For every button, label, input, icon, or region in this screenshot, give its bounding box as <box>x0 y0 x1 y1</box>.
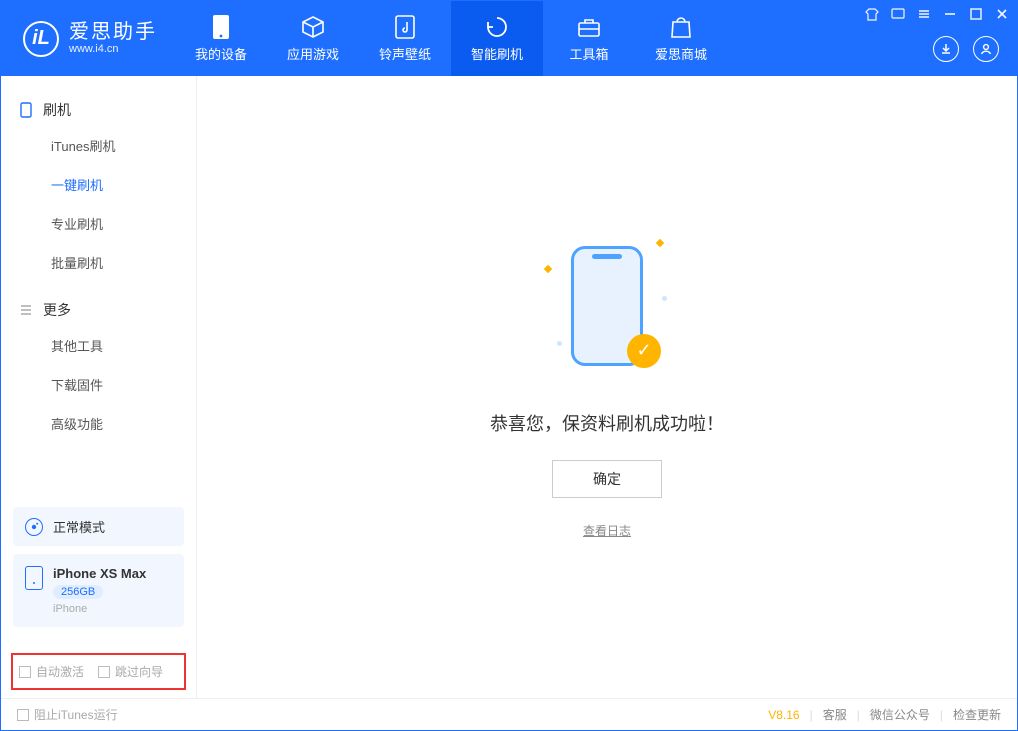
checkbox-auto-activate[interactable]: 自动激活 <box>19 663 84 680</box>
device-small-icon <box>19 103 33 117</box>
sidebar-item-other-tools[interactable]: 其他工具 <box>1 326 196 365</box>
wechat-link[interactable]: 微信公众号 <box>870 706 930 723</box>
music-file-icon <box>392 14 418 40</box>
success-illustration: ✓ <box>547 236 667 386</box>
device-name: iPhone XS Max <box>53 566 146 581</box>
app-title: 爱思助手 <box>69 21 157 43</box>
maximize-icon[interactable] <box>969 7 983 21</box>
refresh-shield-icon <box>484 14 510 40</box>
support-link[interactable]: 客服 <box>823 706 847 723</box>
bag-icon <box>668 14 694 40</box>
device-card[interactable]: iPhone XS Max 256GB iPhone <box>13 554 184 627</box>
sidebar-item-pro-flash[interactable]: 专业刷机 <box>1 204 196 243</box>
check-update-link[interactable]: 检查更新 <box>953 706 1001 723</box>
header: iL 爱思助手 www.i4.cn 我的设备 应用游戏 铃声壁纸 智能刷机 工具… <box>1 1 1017 76</box>
checkbox-block-itunes[interactable]: 阻止iTunes运行 <box>17 706 118 723</box>
app-logo: iL 爱思助手 www.i4.cn <box>1 1 175 76</box>
device-capacity: 256GB <box>53 585 103 599</box>
minimize-icon[interactable] <box>943 7 957 21</box>
sidebar-item-advanced[interactable]: 高级功能 <box>1 404 196 443</box>
top-tabs: 我的设备 应用游戏 铃声壁纸 智能刷机 工具箱 爱思商城 <box>175 1 727 76</box>
mode-card[interactable]: 正常模式 <box>13 507 184 546</box>
logo-icon: iL <box>23 21 59 57</box>
sidebar-group-more-header: 更多 <box>1 294 196 326</box>
checkbox-skip-wizard[interactable]: 跳过向导 <box>98 663 163 680</box>
main-content: ✓ 恭喜您，保资料刷机成功啦！ 确定 查看日志 <box>197 76 1017 698</box>
check-badge-icon: ✓ <box>627 334 661 368</box>
list-icon <box>19 303 33 317</box>
shortcuts-highlight: 自动激活 跳过向导 <box>11 653 186 690</box>
tab-smart-flash[interactable]: 智能刷机 <box>451 1 543 76</box>
view-log-link[interactable]: 查看日志 <box>583 522 631 539</box>
close-icon[interactable] <box>995 7 1009 21</box>
window-controls <box>865 7 1009 21</box>
sidebar-item-batch-flash[interactable]: 批量刷机 <box>1 243 196 282</box>
sidebar-item-one-click-flash[interactable]: 一键刷机 <box>1 165 196 204</box>
sidebar-group-flash-header: 刷机 <box>1 94 196 126</box>
device-type: iPhone <box>53 603 146 615</box>
mode-label: 正常模式 <box>53 517 105 536</box>
tab-app-games[interactable]: 应用游戏 <box>267 1 359 76</box>
user-icon[interactable] <box>973 36 999 62</box>
version-label: V8.16 <box>768 708 799 722</box>
app-subtitle: www.i4.cn <box>69 43 157 55</box>
feedback-icon[interactable] <box>891 7 905 21</box>
sidebar-item-download-firmware[interactable]: 下载固件 <box>1 365 196 404</box>
menu-icon[interactable] <box>917 7 931 21</box>
tab-ring-wallpaper[interactable]: 铃声壁纸 <box>359 1 451 76</box>
toolbox-icon <box>576 14 602 40</box>
tab-my-device[interactable]: 我的设备 <box>175 1 267 76</box>
ok-button[interactable]: 确定 <box>552 460 662 498</box>
sidebar-item-itunes-flash[interactable]: iTunes刷机 <box>1 126 196 165</box>
tab-store[interactable]: 爱思商城 <box>635 1 727 76</box>
download-icon[interactable] <box>933 36 959 62</box>
device-icon <box>25 566 43 590</box>
sidebar: 刷机 iTunes刷机 一键刷机 专业刷机 批量刷机 更多 其他工具 下载固件 … <box>1 76 197 698</box>
phone-icon <box>208 14 234 40</box>
tab-toolbox[interactable]: 工具箱 <box>543 1 635 76</box>
mode-icon <box>25 518 43 536</box>
status-bar: 阻止iTunes运行 V8.16 | 客服 | 微信公众号 | 检查更新 <box>1 698 1017 730</box>
skin-icon[interactable] <box>865 7 879 21</box>
success-message: 恭喜您，保资料刷机成功啦！ <box>490 410 724 436</box>
cube-icon <box>300 14 326 40</box>
